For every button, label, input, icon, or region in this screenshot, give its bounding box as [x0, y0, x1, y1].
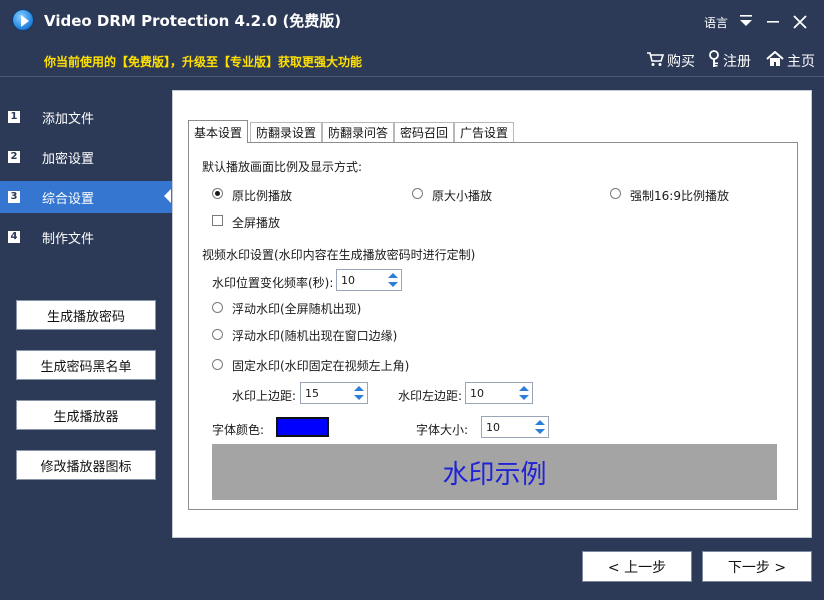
step-number: 4: [8, 231, 20, 243]
watermark-preview: 水印示例: [212, 444, 777, 500]
active-step-pointer-icon: [164, 189, 171, 203]
key-icon: [708, 50, 720, 72]
spinner-value: 10: [341, 274, 355, 287]
home-label: 主页: [787, 54, 815, 70]
tab-ad-settings[interactable]: 广告设置: [454, 122, 515, 142]
radio-original-size[interactable]: [412, 188, 423, 199]
font-size-label: 字体大小:: [416, 423, 469, 437]
spinner-value: 15: [305, 387, 319, 400]
buy-link[interactable]: 购买: [646, 50, 695, 72]
spinner-arrows-icon[interactable]: [353, 385, 365, 401]
radio-original-ratio[interactable]: [212, 188, 223, 199]
watermark-preview-text: 水印示例: [442, 459, 547, 490]
step-label: 添加文件: [42, 111, 95, 127]
top-margin-label: 水印上边距:: [232, 389, 297, 403]
step-label: 加密设置: [42, 151, 95, 167]
option-fixed-topleft-label[interactable]: 固定水印(水印固定在视频左上角): [232, 357, 409, 374]
option-force-16-9-label[interactable]: 强制16:9比例播放: [630, 187, 729, 204]
font-color-label: 字体颜色:: [212, 423, 265, 437]
window-title: Video DRM Protection 4.2.0 (免费版): [44, 12, 342, 30]
option-original-size-label[interactable]: 原大小播放: [432, 187, 492, 204]
register-link[interactable]: 注册: [708, 50, 751, 72]
tab-anti-record-qa[interactable]: 防翻录问答: [322, 122, 395, 142]
fullscreen-label[interactable]: 全屏播放: [232, 214, 280, 231]
radio-float-edge[interactable]: [212, 329, 223, 340]
sidebar-step-general-settings[interactable]: 3 综合设置: [0, 181, 172, 213]
step-number: 3: [8, 191, 20, 203]
header-divider: [0, 76, 824, 77]
option-original-ratio-label[interactable]: 原比例播放: [232, 187, 292, 204]
close-icon[interactable]: [790, 12, 810, 32]
font-size-spinner[interactable]: 10: [481, 416, 549, 438]
tab-basic-settings[interactable]: 基本设置: [188, 120, 249, 143]
option-float-edge-label[interactable]: 浮动水印(随机出现在窗口边缘): [232, 327, 397, 344]
buy-label: 购买: [667, 54, 695, 70]
tab-password-recall[interactable]: 密码召回: [394, 122, 455, 142]
sidebar-step-add-files[interactable]: 1 添加文件: [0, 101, 172, 133]
sidebar-step-make-file[interactable]: 4 制作文件: [0, 221, 172, 253]
sidebar-step-encryption-settings[interactable]: 2 加密设置: [0, 141, 172, 173]
spinner-value: 10: [470, 387, 484, 400]
radio-force-16-9[interactable]: [610, 188, 621, 199]
fullscreen-checkbox[interactable]: [212, 215, 223, 226]
generate-password-button[interactable]: 生成播放密码: [16, 300, 156, 330]
top-margin-spinner[interactable]: 15: [300, 382, 368, 404]
app-logo-icon: [12, 9, 34, 31]
spinner-arrows-icon[interactable]: [534, 419, 546, 435]
radio-fixed-topleft[interactable]: [212, 359, 223, 370]
left-margin-label: 水印左边距:: [398, 389, 463, 403]
step-label: 综合设置: [42, 191, 95, 207]
font-color-swatch[interactable]: [276, 417, 329, 437]
upgrade-promo-text[interactable]: 你当前使用的【免费版】，升级至【专业版】获取更强大功能: [44, 53, 362, 70]
spinner-arrows-icon[interactable]: [387, 272, 399, 288]
generate-blacklist-button[interactable]: 生成密码黑名单: [16, 350, 156, 380]
home-icon: [766, 50, 784, 71]
language-dropdown-icon[interactable]: [738, 12, 754, 30]
home-link[interactable]: 主页: [766, 50, 815, 72]
step-label: 制作文件: [42, 231, 95, 247]
playback-section-title: 默认播放画面比例及显示方式:: [202, 160, 363, 174]
spinner-arrows-icon[interactable]: [518, 385, 530, 401]
left-margin-spinner[interactable]: 10: [465, 382, 533, 404]
option-float-fullscreen-label[interactable]: 浮动水印(全屏随机出现): [232, 300, 361, 317]
language-menu-label[interactable]: 语言: [704, 14, 728, 31]
tab-anti-record-settings[interactable]: 防翻录设置: [250, 122, 323, 142]
watermark-frequency-spinner[interactable]: 10: [336, 269, 402, 291]
step-number: 2: [8, 151, 20, 163]
watermark-frequency-label: 水印位置变化频率(秒):: [212, 276, 334, 290]
change-player-icon-button[interactable]: 修改播放器图标: [16, 450, 156, 480]
generate-player-button[interactable]: 生成播放器: [16, 400, 156, 430]
step-number: 1: [8, 111, 20, 123]
next-step-button[interactable]: 下一步 >: [702, 551, 812, 582]
radio-float-fullscreen[interactable]: [212, 302, 223, 313]
spinner-value: 10: [486, 421, 500, 434]
cart-icon: [646, 51, 665, 71]
previous-step-button[interactable]: < 上一步: [582, 551, 692, 582]
register-label: 注册: [723, 54, 751, 70]
watermark-section-title: 视频水印设置(水印内容在生成播放密码时进行定制): [202, 248, 476, 262]
minimize-icon[interactable]: [764, 12, 782, 30]
